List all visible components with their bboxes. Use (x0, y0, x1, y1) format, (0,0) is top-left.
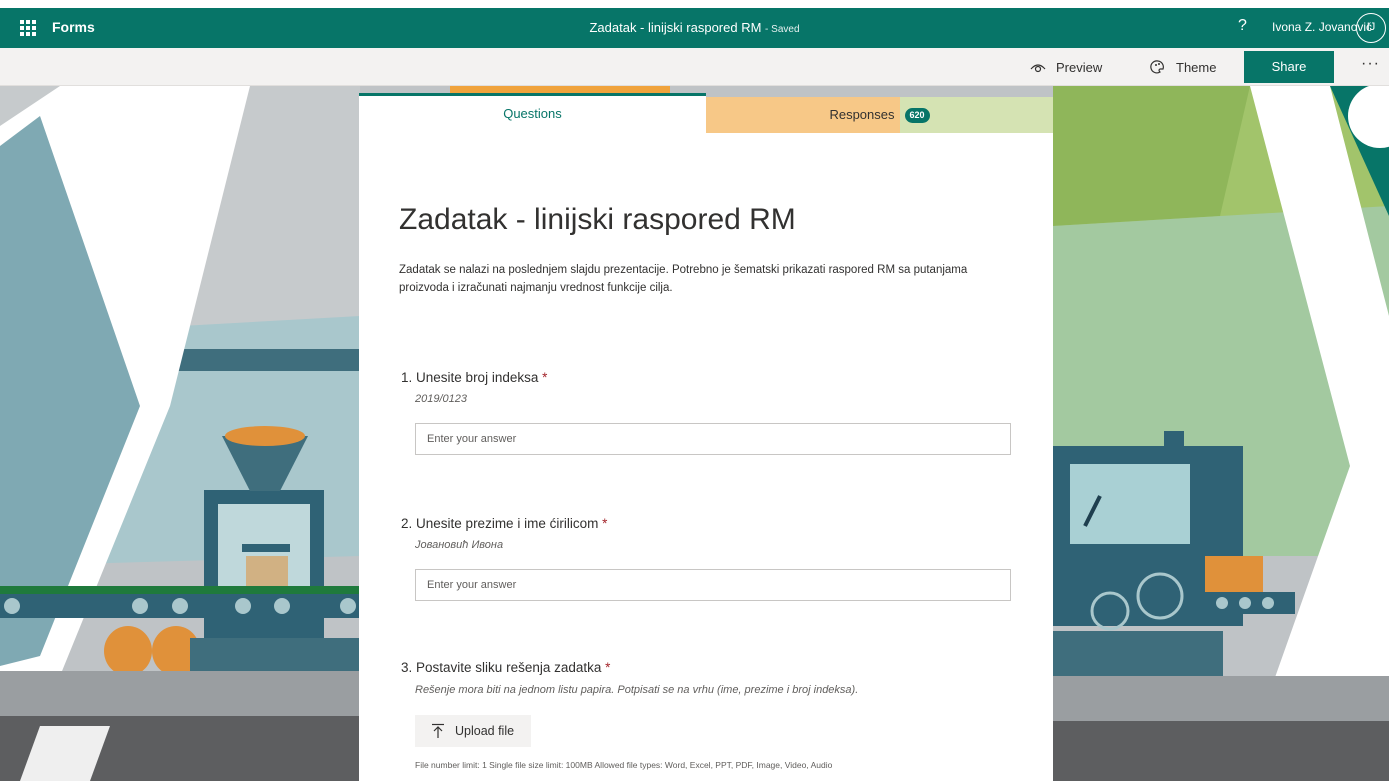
required-marker: * (542, 370, 548, 385)
question-1-answer-input[interactable]: Enter your answer (415, 423, 1011, 455)
question-2-title[interactable]: 2. Unesite prezime i ime ćirilicom * (401, 516, 607, 531)
question-2-answer-input[interactable]: Enter your answer (415, 569, 1011, 601)
form-tabs: Questions Responses 620 (359, 93, 1053, 133)
responses-count-badge: 620 (904, 108, 930, 124)
tab-responses[interactable]: Responses 620 (706, 97, 1053, 133)
question-text: Unesite prezime i ime ćirilicom (416, 516, 599, 531)
save-status: - Saved (765, 24, 800, 35)
required-marker: * (605, 660, 611, 675)
more-options-icon[interactable]: ··· (1361, 55, 1380, 73)
question-3-subtitle: Rešenje mora biti na jednom listu papira… (415, 684, 859, 696)
question-number: 3. (401, 660, 413, 675)
eye-icon (1030, 64, 1046, 73)
tab-questions[interactable]: Questions (359, 93, 706, 133)
command-bar: Preview Theme Share ··· (0, 48, 1389, 86)
question-number: 1. (401, 370, 413, 385)
document-title-text: Zadatak - linijski raspored RM (589, 20, 762, 35)
question-1-subtitle: 2019/0123 (415, 393, 467, 405)
question-2-subtitle: Јовановић Ивона (415, 539, 504, 551)
required-marker: * (602, 516, 608, 531)
question-number: 2. (401, 516, 413, 531)
avatar[interactable]: IJ (1356, 13, 1386, 43)
question-1-title[interactable]: 1. Unesite broj indeksa * (401, 370, 547, 385)
share-button[interactable]: Share (1244, 51, 1334, 83)
upload-file-label: Upload file (455, 724, 515, 738)
theme-label: Theme (1176, 59, 1217, 75)
upload-file-button[interactable]: Upload file (415, 715, 531, 747)
palette-icon (1150, 60, 1164, 74)
theme-button[interactable]: Theme (1150, 59, 1216, 75)
question-text: Postavite sliku rešenja zadatka (416, 660, 602, 675)
tab-responses-label: Responses (829, 107, 895, 122)
help-icon[interactable]: ? (1238, 17, 1247, 35)
form-description[interactable]: Zadatak se nalazi na poslednjem slajdu p… (399, 261, 1019, 297)
form-title[interactable]: Zadatak - linijski raspored RM (399, 203, 796, 237)
upload-icon (432, 723, 444, 738)
document-title: Zadatak - linijski raspored RM - Saved (0, 20, 1389, 35)
preview-label: Preview (1056, 59, 1103, 75)
question-text: Unesite broj indeksa (416, 370, 539, 385)
upload-limits-text: File number limit: 1 Single file size li… (415, 760, 833, 770)
app-header: Forms Zadatak - linijski raspored RM - S… (0, 8, 1389, 48)
preview-button[interactable]: Preview (1030, 59, 1102, 75)
form-panel: Zadatak - linijski raspored RM Zadatak s… (359, 133, 1053, 781)
question-3-title[interactable]: 3. Postavite sliku rešenja zadatka * (401, 660, 610, 675)
